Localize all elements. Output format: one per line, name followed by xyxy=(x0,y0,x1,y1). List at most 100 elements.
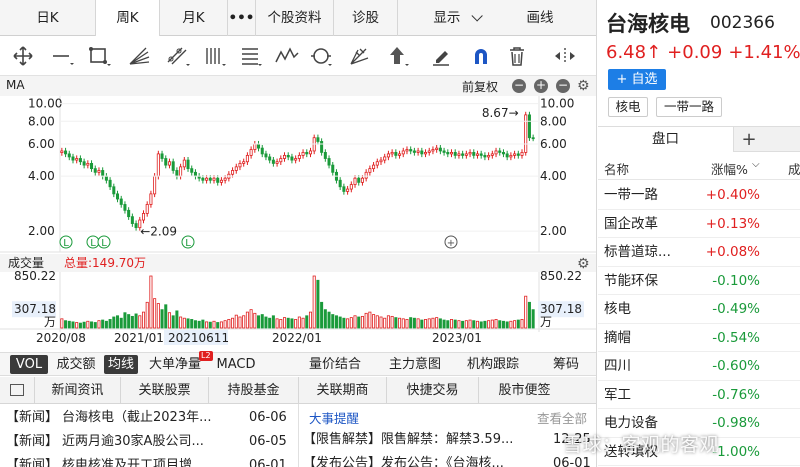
tab-main-intent[interactable]: 主力意图 xyxy=(380,353,450,376)
cycle-tool[interactable] xyxy=(306,42,336,70)
list-item[interactable]: 【新闻】 台海核电（截止2023年... xyxy=(6,408,212,428)
price-tick-right: 6.00 xyxy=(540,137,567,151)
candle-body xyxy=(75,158,79,161)
table-row[interactable]: 国企改革 +0.13% xyxy=(598,210,800,238)
volume-bar xyxy=(253,312,257,329)
minus-icon[interactable]: − xyxy=(556,79,570,93)
candle-body xyxy=(457,153,461,156)
period-lines-tool[interactable] xyxy=(200,42,230,70)
candle-body xyxy=(97,170,101,173)
tab-big-order[interactable]: 大单净量 xyxy=(144,353,206,376)
magnet-tool[interactable] xyxy=(466,42,496,70)
candle-body xyxy=(164,158,168,166)
line-tool[interactable] xyxy=(48,42,78,70)
price-tick-left: 4.00 xyxy=(28,169,55,183)
tab-order-book[interactable]: 盘口 xyxy=(598,127,734,152)
events-panel: 大事提醒 查看全部 【限售解禁】限售解禁：解禁3.59... 12-25 【发布… xyxy=(298,404,596,467)
tab-related-stocks[interactable]: 关联股票 xyxy=(120,377,208,404)
tab-institution[interactable]: 机构跟踪 xyxy=(458,353,528,376)
table-row[interactable]: 摘帽 -0.54% xyxy=(598,324,800,352)
display-dropdown[interactable]: 显示 xyxy=(398,0,514,36)
ma-label: MA xyxy=(6,78,25,92)
tab-price-volume[interactable]: 量价结合 xyxy=(300,353,370,376)
events-more-link[interactable]: 查看全部 xyxy=(537,408,587,427)
list-item[interactable]: 【限售解禁】限售解禁：解禁3.59... xyxy=(303,430,513,450)
tab-week-k[interactable]: 周K xyxy=(96,0,160,36)
volume-bar xyxy=(149,275,153,329)
candle-body xyxy=(487,154,491,158)
adjust-mode-label[interactable]: 前复权 xyxy=(462,78,498,95)
tab-quick-trade[interactable]: 快捷交易 xyxy=(386,377,478,404)
candle-body xyxy=(108,179,112,188)
fibonacci-tool[interactable] xyxy=(236,42,266,70)
tab-turnover[interactable]: 成交额 xyxy=(52,353,100,376)
candle-body xyxy=(279,158,283,163)
volume-bar xyxy=(416,318,420,329)
panel-tab-bar: 盘口 + xyxy=(598,126,800,152)
tab-holding-funds[interactable]: 持股基金 xyxy=(208,377,298,404)
list-item[interactable]: 【新闻】 近两月逾30家A股公司... xyxy=(6,432,204,452)
tab-stock-notes[interactable]: 股市便签 xyxy=(478,377,570,404)
list-item[interactable]: 【发布公告】发布公告：《台海核... xyxy=(303,454,504,467)
gear-icon[interactable]: ⚙ xyxy=(577,78,590,94)
tab-stock-profile[interactable]: 个股资料 xyxy=(256,0,334,36)
candle-body xyxy=(320,141,324,153)
minus-icon[interactable]: − xyxy=(512,79,526,93)
tab-diagnosis[interactable]: 诊股 xyxy=(334,0,398,36)
crosshair-tool[interactable] xyxy=(8,42,38,70)
volume-bar xyxy=(405,319,409,329)
add-watchlist-button[interactable]: + 自选 xyxy=(608,69,666,90)
fan-tool[interactable] xyxy=(124,42,154,70)
tab-draw-line[interactable]: 画线 xyxy=(514,0,566,36)
delete-tool[interactable] xyxy=(502,42,532,70)
candle-body xyxy=(401,150,405,155)
tab-month-k[interactable]: 月K xyxy=(160,0,228,36)
price-tick-left: 8.00 xyxy=(28,114,55,128)
gann-tool[interactable] xyxy=(344,42,374,70)
table-row[interactable]: 军工 -0.76% xyxy=(598,381,800,409)
news-panel-toggle[interactable] xyxy=(0,377,34,404)
tab-day-k[interactable]: 日K xyxy=(0,0,96,36)
chevron-down-icon[interactable]: ⌵ xyxy=(752,159,760,170)
arrow-tool[interactable] xyxy=(382,42,412,70)
tab-related-futures[interactable]: 关联期商 xyxy=(298,377,386,404)
volume-bar xyxy=(97,320,101,329)
candle-body xyxy=(231,170,235,175)
candle-body xyxy=(234,166,238,171)
volume-bar xyxy=(145,301,149,329)
eraser-tool[interactable] xyxy=(426,42,456,70)
tab-chips[interactable]: 筹码 xyxy=(544,353,588,376)
candle-body xyxy=(346,188,350,192)
tab-macd[interactable]: MACD xyxy=(212,353,260,376)
table-row[interactable]: 四川 -0.60% xyxy=(598,352,800,381)
tag-nuclear[interactable]: 核电 xyxy=(608,97,648,117)
volume-bar xyxy=(438,318,442,329)
volume-bar xyxy=(279,319,283,329)
split-tool[interactable] xyxy=(550,42,580,70)
tab-ma[interactable]: 均线 xyxy=(104,355,138,374)
table-row[interactable]: 一带一路 +0.40% xyxy=(598,181,800,210)
tab-news[interactable]: 新闻资讯 xyxy=(34,377,120,404)
tag-belt-road[interactable]: 一带一路 xyxy=(656,97,722,117)
tab-vol[interactable]: VOL xyxy=(10,355,48,374)
rectangle-tool[interactable] xyxy=(84,42,114,70)
table-row[interactable]: 标普道琼... +0.08% xyxy=(598,238,800,267)
col-pct[interactable]: 涨幅% xyxy=(711,159,748,178)
add-tab-plus-icon[interactable]: + xyxy=(736,127,762,152)
list-item[interactable]: 【新闻】 核电核准及开工项目增... xyxy=(6,456,204,467)
candle-body xyxy=(353,177,357,185)
tab-more[interactable]: ••• xyxy=(228,0,256,36)
volume-bar xyxy=(375,315,379,329)
table-row[interactable]: 节能环保 -0.10% xyxy=(598,267,800,295)
volume-bar xyxy=(360,315,364,329)
x-axis-label: 2023/01 xyxy=(432,331,482,345)
col-name[interactable]: 名称 xyxy=(604,159,629,178)
candle-body xyxy=(360,177,364,183)
candle-body xyxy=(524,114,528,153)
wave-icon xyxy=(275,47,299,63)
plus-icon[interactable]: + xyxy=(534,79,548,93)
table-row[interactable]: 核电 -0.49% xyxy=(598,295,800,324)
wave-tool[interactable] xyxy=(272,42,302,70)
volume-bar xyxy=(316,279,320,329)
channel-tool[interactable] xyxy=(162,42,192,70)
